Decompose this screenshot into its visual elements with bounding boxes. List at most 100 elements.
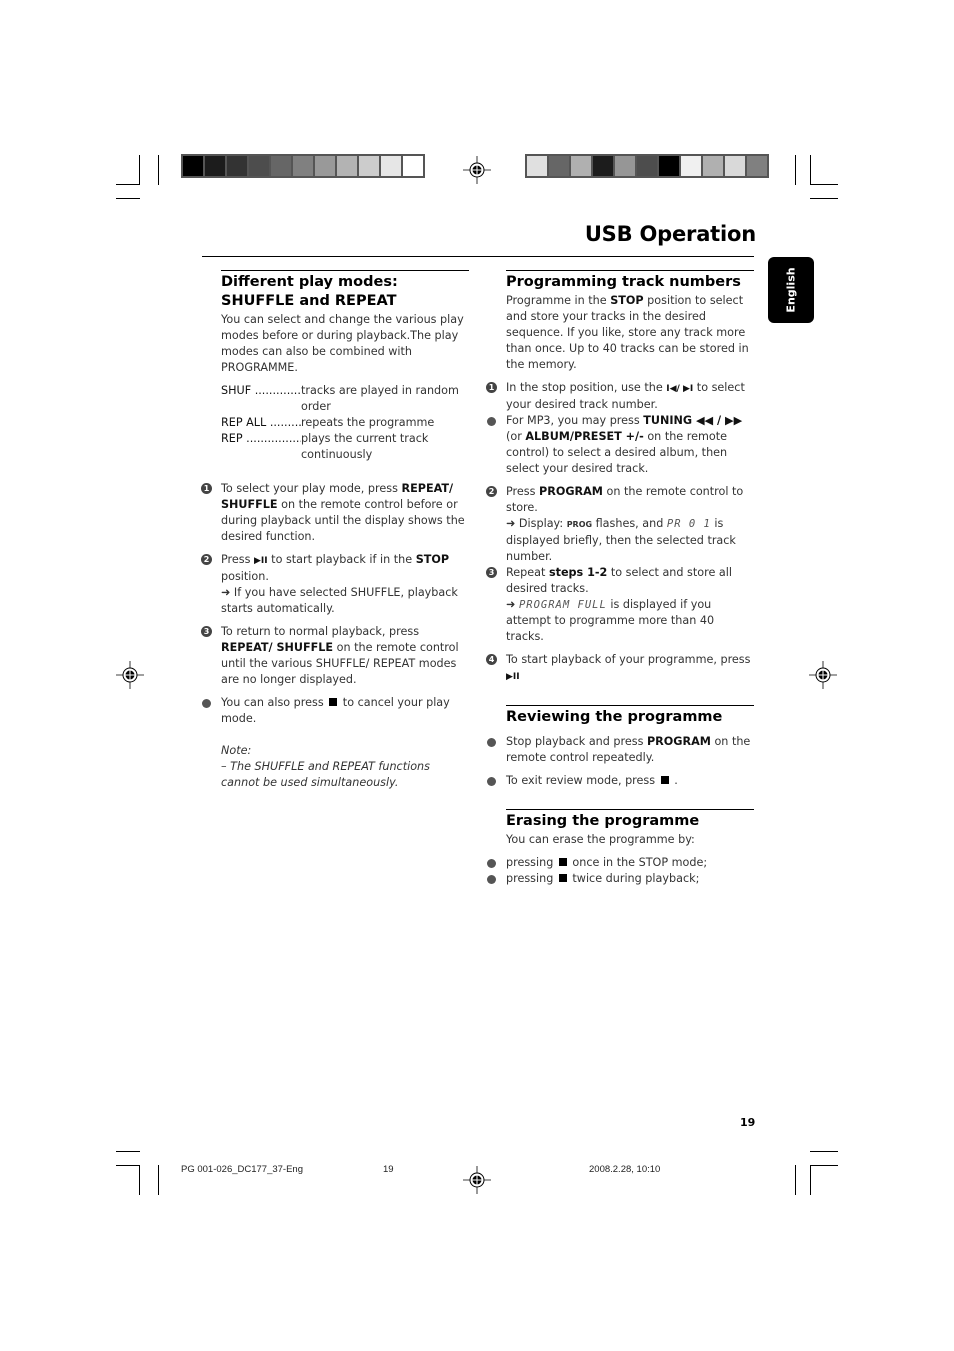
color-swatch bbox=[359, 156, 379, 176]
crop-mark bbox=[116, 184, 140, 185]
footer-timestamp: 2008.2.28, 10:10 bbox=[589, 1164, 661, 1175]
crop-mark bbox=[116, 1165, 140, 1166]
crop-mark bbox=[139, 155, 140, 185]
section-heading-reviewing: Reviewing the programme bbox=[506, 709, 723, 725]
stop-icon bbox=[660, 776, 669, 784]
left-column: Different play modes: SHUFFLE and REPEAT… bbox=[201, 270, 469, 791]
step-number-icon: 4 bbox=[486, 654, 497, 665]
step-item: 3 Repeat steps 1-2 to select and store a… bbox=[486, 565, 754, 645]
stop-icon bbox=[558, 858, 567, 866]
color-swatch bbox=[593, 156, 613, 176]
step-number-icon: 1 bbox=[486, 382, 497, 393]
title-rule bbox=[202, 256, 754, 257]
color-swatch bbox=[337, 156, 357, 176]
color-swatch bbox=[315, 156, 335, 176]
bullet-icon bbox=[487, 859, 496, 868]
color-swatch bbox=[205, 156, 225, 176]
bullet-icon bbox=[487, 777, 496, 786]
bullet-item: To exit review mode, press . bbox=[487, 773, 754, 789]
note-text: – The SHUFFLE and REPEAT functions canno… bbox=[221, 760, 430, 789]
crop-mark bbox=[810, 184, 838, 185]
crop-mark bbox=[158, 155, 159, 185]
bullet-icon bbox=[487, 738, 496, 747]
section-heading-erasing: Erasing the programme bbox=[506, 813, 700, 829]
play-modes-intro: You can select and change the various pl… bbox=[221, 313, 464, 374]
mode-definition: REP ALL ..................repeats the pr… bbox=[221, 416, 435, 429]
color-swatch bbox=[227, 156, 247, 176]
color-swatch bbox=[637, 156, 657, 176]
crop-mark bbox=[139, 1165, 140, 1195]
step-item: 4 To start playback of your programme, p… bbox=[486, 652, 754, 685]
color-swatch bbox=[659, 156, 679, 176]
section-heading-programming: Programming track numbers bbox=[506, 274, 741, 290]
registration-mark-icon bbox=[116, 661, 144, 689]
color-swatch bbox=[681, 156, 701, 176]
section-rule bbox=[506, 270, 754, 271]
crop-mark bbox=[158, 1165, 159, 1195]
lcd-display-text: PR 0 1 bbox=[666, 518, 711, 530]
section-rule bbox=[221, 270, 469, 271]
color-swatch bbox=[703, 156, 723, 176]
lcd-display-text: PROGRAM FULL bbox=[518, 599, 607, 611]
registration-mark-icon bbox=[463, 1166, 491, 1194]
bullet-item: For MP3, you may press TUNING ◀◀ / ▶▶ (o… bbox=[487, 413, 754, 477]
step-number-icon: 2 bbox=[201, 554, 212, 565]
step-item: 1 To select your play mode, press REPEAT… bbox=[201, 481, 469, 545]
crop-mark bbox=[116, 1151, 140, 1152]
step-item: 1 In the stop position, use the I◀/ ▶I t… bbox=[486, 380, 754, 413]
note-label: Note: bbox=[221, 744, 252, 757]
step-item: 2 Press PROGRAM on the remote control to… bbox=[486, 484, 754, 565]
crop-mark bbox=[795, 155, 796, 185]
bullet-item: Stop playback and press PROGRAM on the r… bbox=[487, 734, 754, 766]
color-calibration-bar-left bbox=[181, 154, 425, 178]
footer-filename: PG 001-026_DC177_37-Eng bbox=[181, 1164, 304, 1175]
color-swatch bbox=[381, 156, 401, 176]
bullet-item: pressing once in the STOP mode; bbox=[487, 855, 754, 871]
bullet-icon bbox=[487, 875, 496, 884]
bullet-item: You can also press to cancel your play m… bbox=[202, 695, 469, 727]
crop-mark bbox=[795, 1165, 796, 1195]
erasing-intro: You can erase the programme by: bbox=[506, 833, 695, 846]
play-pause-icon: ▶II bbox=[506, 672, 520, 682]
mode-definition: SHUF ......................tracks are pl… bbox=[221, 384, 459, 413]
step-result: ➜ If you have selected SHUFFLE, playback… bbox=[221, 586, 458, 615]
crop-mark bbox=[116, 198, 140, 199]
step-number-icon: 1 bbox=[201, 483, 212, 494]
bullet-icon bbox=[202, 699, 211, 708]
stop-icon bbox=[558, 874, 567, 882]
prog-indicator: PROG bbox=[566, 520, 593, 529]
footer-page: 19 bbox=[383, 1164, 394, 1175]
step-number-icon: 3 bbox=[201, 626, 212, 637]
color-swatch bbox=[293, 156, 313, 176]
color-swatch bbox=[747, 156, 767, 176]
section-heading-play-modes: Different play modes: SHUFFLE and REPEAT bbox=[221, 274, 398, 309]
color-swatch bbox=[615, 156, 635, 176]
programming-intro: Programme in the STOP position to select… bbox=[506, 294, 749, 371]
registration-mark-icon bbox=[809, 661, 837, 689]
crop-mark bbox=[810, 1165, 838, 1166]
color-swatch bbox=[571, 156, 591, 176]
right-column: Programming track numbers Programme in t… bbox=[486, 270, 754, 887]
color-swatch bbox=[527, 156, 547, 176]
crop-mark bbox=[810, 155, 811, 185]
color-swatch bbox=[403, 156, 423, 176]
crop-mark bbox=[810, 1151, 838, 1152]
mode-definition: REP ..........................plays the … bbox=[221, 432, 429, 461]
stop-icon bbox=[329, 698, 338, 706]
page-number: 19 bbox=[740, 1116, 756, 1129]
color-swatch bbox=[549, 156, 569, 176]
skip-prev-next-icon: I◀/ ▶I bbox=[666, 384, 694, 394]
note: Note: – The SHUFFLE and REPEAT functions… bbox=[221, 743, 469, 791]
step-number-icon: 3 bbox=[486, 567, 497, 578]
color-swatch bbox=[183, 156, 203, 176]
language-tab: English bbox=[768, 257, 814, 323]
language-tab-label: English bbox=[784, 267, 798, 313]
crop-mark bbox=[810, 1165, 811, 1195]
color-calibration-bar-right bbox=[525, 154, 769, 178]
play-pause-icon: ▶II bbox=[254, 556, 268, 566]
color-swatch bbox=[271, 156, 291, 176]
registration-mark-icon bbox=[463, 156, 491, 184]
bullet-item: pressing twice during playback; bbox=[487, 871, 754, 887]
section-rule bbox=[506, 809, 754, 810]
step-item: 3 To return to normal playback, press RE… bbox=[201, 624, 469, 688]
